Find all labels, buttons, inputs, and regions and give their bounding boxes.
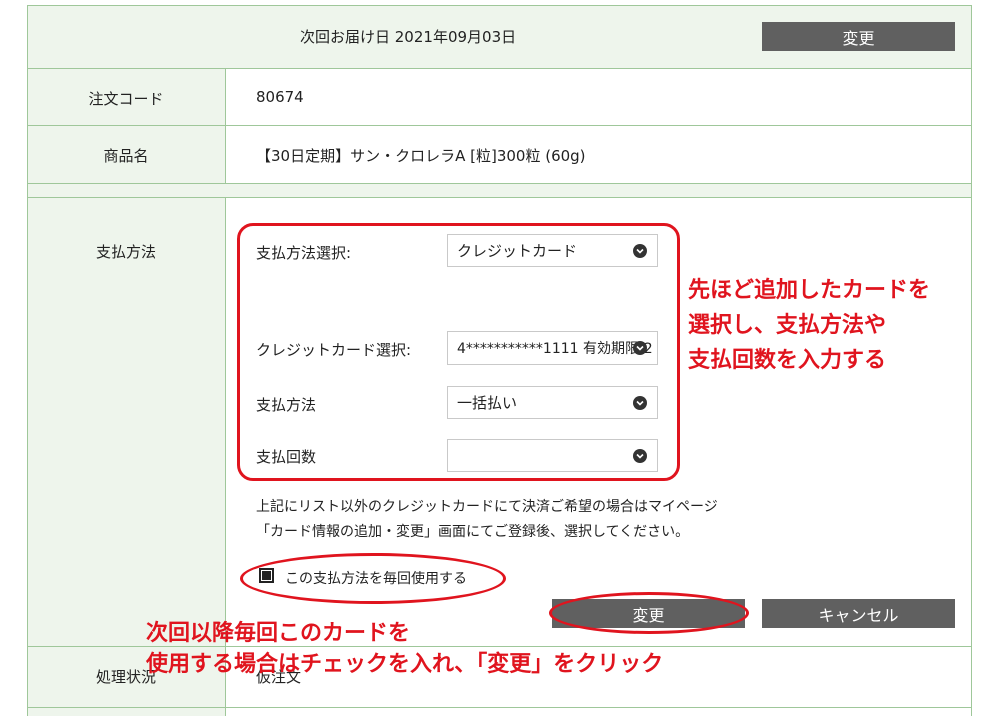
product-label: 商品名 — [103, 147, 149, 165]
annotation-right-line-1: 先ほど追加したカードを — [688, 278, 931, 303]
product-name: 【30日定期】サン・クロレラA [粒]300粒 (60g) — [256, 147, 586, 165]
order-code-value: 80674 — [256, 88, 304, 106]
grid-line — [225, 68, 226, 183]
order-code-label: 注文コード — [88, 90, 164, 108]
next-delivery-date: 次回お届け日 2021年09月03日 — [300, 28, 517, 46]
grid-line — [27, 125, 971, 126]
grid-line — [27, 5, 971, 6]
change-button-highlight — [549, 592, 749, 634]
grid-line — [971, 5, 972, 716]
payment-cancel-button[interactable]: キャンセル — [762, 599, 955, 628]
payment-section-label: 支払方法 — [95, 243, 156, 261]
grid-line — [27, 707, 971, 708]
payment-fields-highlight — [237, 223, 680, 481]
checkbox-highlight — [240, 553, 506, 604]
annotation-bottom-line-1: 次回以降毎回このカードを — [146, 621, 411, 646]
payment-label-cell — [27, 198, 225, 646]
annotation-right-line-2: 選択し、支払方法や — [688, 313, 887, 338]
card-note-line-1: 上記にリスト以外のクレジットカードにて決済ご希望の場合はマイページ — [256, 499, 718, 515]
annotation-bottom-line-2: 使用する場合はチェックを入れ、「変更」をクリック — [146, 652, 664, 677]
annotation-right-line-3: 支払回数を入力する — [688, 348, 887, 373]
delivery-change-button[interactable]: 変更 — [762, 22, 955, 51]
grid-line — [27, 197, 971, 198]
grid-line — [27, 183, 971, 184]
grid-line — [27, 5, 28, 716]
next-row-label-cell — [27, 708, 225, 716]
spacer-row — [27, 184, 971, 197]
card-note-line-2: 「カード情報の追加・変更」画面にてご登録後、選択してください。 — [256, 524, 690, 540]
grid-line — [27, 68, 971, 69]
